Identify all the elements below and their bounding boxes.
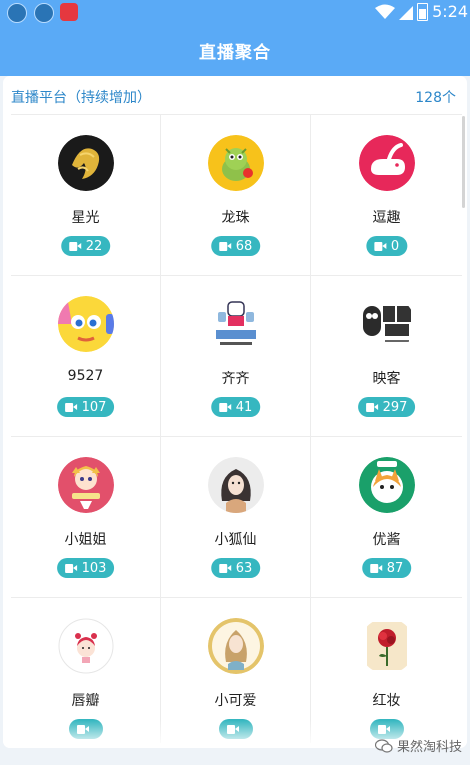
- platform-name: 龙珠: [221, 210, 250, 226]
- platform-tile-xiaokeai[interactable]: 小可爱: [161, 598, 311, 743]
- app-header: 直播聚合: [0, 24, 470, 76]
- platform-tile-longzhu[interactable]: 龙珠 68: [161, 115, 311, 276]
- platform-avatar: [358, 457, 415, 513]
- viewer-badge: [68, 719, 103, 739]
- platform-tile-xiaojiejie[interactable]: 小姐姐 103: [11, 437, 161, 598]
- viewer-count: 107: [81, 399, 107, 415]
- viewer-count: 103: [81, 560, 107, 576]
- platform-name: 逗趣: [372, 210, 401, 226]
- viewer-badge: 103: [56, 558, 115, 578]
- viewer-badge: 22: [60, 236, 111, 256]
- viewer-count: 41: [235, 399, 253, 415]
- viewer-count: 63: [235, 560, 253, 576]
- platform-grid: 星光 22 龙珠 68 逗趣 0 9527 107 齐齐 41 映客 297 小…: [11, 114, 462, 743]
- platform-tile-qiqi[interactable]: 齐齐 41: [161, 276, 311, 437]
- status-bar: 5:24: [0, 0, 470, 24]
- wechat-icon: [374, 738, 393, 753]
- scrollbar[interactable]: [462, 116, 465, 208]
- camera-icon: [64, 402, 77, 412]
- platform-avatar: [58, 618, 114, 674]
- viewer-count: 0: [390, 238, 400, 254]
- platform-name: 星光: [71, 210, 100, 226]
- platform-name: 红妆: [372, 693, 401, 709]
- status-time: 5:24: [432, 2, 468, 21]
- platform-avatar: [207, 135, 264, 191]
- viewer-count: 68: [235, 238, 253, 254]
- app-icon: [34, 3, 54, 23]
- platform-count: 128个: [415, 90, 456, 106]
- status-indicators: 5:24: [375, 2, 468, 21]
- platform-tile-douqu[interactable]: 逗趣 0: [311, 115, 462, 276]
- camera-icon: [68, 241, 81, 251]
- platform-tile-yingke[interactable]: 映客 297: [311, 276, 462, 437]
- camera-icon: [218, 241, 231, 251]
- viewer-badge: [218, 719, 253, 739]
- viewer-badge: 107: [56, 397, 115, 417]
- platform-name: 映客: [372, 371, 401, 387]
- camera-icon: [218, 402, 231, 412]
- viewer-badge: 297: [357, 397, 416, 417]
- platform-name: 唇瓣: [71, 693, 100, 709]
- page-title: 直播聚合: [199, 42, 271, 63]
- platform-avatar: [207, 457, 264, 513]
- section-title: 直播平台（持续增加）: [11, 90, 151, 106]
- viewer-badge: 0: [365, 236, 408, 256]
- platform-avatar: [57, 457, 114, 513]
- wifi-icon: [375, 4, 396, 19]
- platform-tile-chunban[interactable]: 唇瓣: [11, 598, 161, 743]
- platform-avatar: [207, 618, 264, 674]
- camera-icon: [64, 563, 77, 573]
- camera-icon: [378, 724, 390, 734]
- camera-icon: [373, 241, 386, 251]
- watermark-text: 果然淘科技: [396, 740, 462, 755]
- viewer-badge: 63: [210, 558, 261, 578]
- platform-avatar: [358, 135, 415, 191]
- camera-icon: [77, 724, 89, 734]
- watermark: 果然淘科技: [374, 736, 462, 755]
- viewer-badge: 41: [210, 397, 261, 417]
- platform-name: 优酱: [372, 532, 401, 548]
- camera-icon: [369, 563, 382, 573]
- viewer-badge: 68: [210, 236, 261, 256]
- platform-name: 小狐仙: [214, 532, 257, 548]
- platform-name: 小姐姐: [64, 532, 107, 548]
- platform-avatar: [57, 135, 114, 191]
- platform-tile-xingguang[interactable]: 星光 22: [11, 115, 161, 276]
- viewer-count: 297: [382, 399, 408, 415]
- camera-icon: [218, 563, 231, 573]
- platform-avatar: [207, 296, 264, 352]
- app-icon: [60, 3, 78, 21]
- camera-icon: [227, 724, 239, 734]
- platform-tile-9527[interactable]: 9527 107: [11, 276, 161, 437]
- platform-tile-youjiang[interactable]: 优酱 87: [311, 437, 462, 598]
- platform-tile-hongzhuang[interactable]: 红妆: [311, 598, 462, 743]
- platform-name: 小可爱: [214, 693, 257, 709]
- camera-icon: [365, 402, 378, 412]
- section-header: 直播平台（持续增加） 128个: [3, 76, 467, 114]
- viewer-count: 87: [386, 560, 404, 576]
- platform-name: 齐齐: [221, 371, 250, 387]
- platform-avatar: [358, 618, 415, 674]
- viewer-badge: 87: [361, 558, 412, 578]
- platform-card: 直播平台（持续增加） 128个 星光 22 龙珠 68 逗趣 0 9527 10…: [3, 76, 467, 748]
- platform-name: 9527: [67, 368, 104, 384]
- app-icon: [7, 3, 27, 23]
- platform-tile-xiaohuxian[interactable]: 小狐仙 63: [161, 437, 311, 598]
- signal-icon: [399, 5, 414, 20]
- battery-icon: [417, 2, 429, 21]
- platform-avatar: [358, 296, 415, 352]
- viewer-count: 22: [85, 238, 103, 254]
- platform-avatar: [57, 296, 114, 352]
